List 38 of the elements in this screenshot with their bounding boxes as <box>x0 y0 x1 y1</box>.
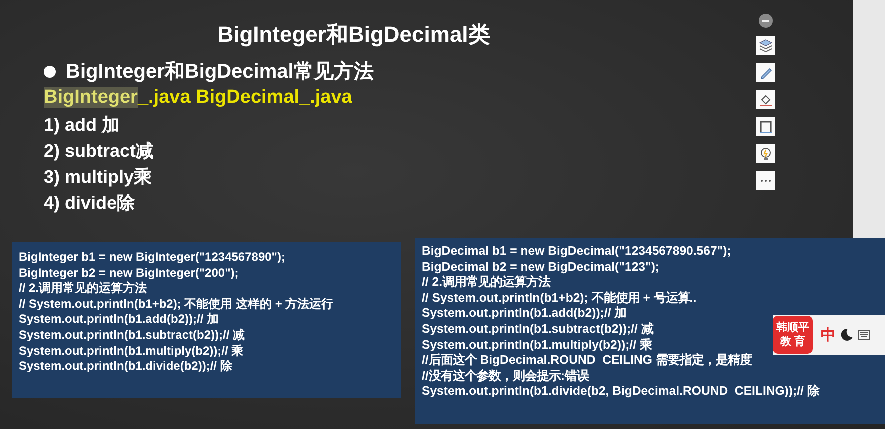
minus-icon[interactable] <box>758 14 772 28</box>
code-line: System.out.println(b1.subtract(b2));// 减 <box>19 328 246 344</box>
code-line: // 2.调用常见的运算方法 <box>19 281 148 297</box>
file-name-text: _.java BigDecimal_.java <box>138 87 352 108</box>
slide-heading: BigInteger和BigDecimal常见方法 <box>66 60 374 85</box>
frame-icon[interactable] <box>756 117 775 136</box>
layers-icon[interactable] <box>756 36 775 55</box>
code-line: System.out.println(b1.multiply(b2));// 乘 <box>19 344 244 360</box>
method-item: 4) divide除 <box>44 192 136 215</box>
code-line: System.out.println(b1.multiply(b2));// 乘 <box>422 338 652 353</box>
code-line: // System.out.println(b1+b2); 不能使用 这样的 + 方法运行 <box>19 296 334 312</box>
bullet-icon <box>44 66 56 78</box>
code-line: BigDecimal b1 = new BigDecimal("1234567890.567"); <box>422 244 732 260</box>
method-item: 1) add 加 <box>44 114 122 137</box>
code-line: System.out.println(b1.divide(b2, BigDecimal.ROUND_CEILING));// 除 <box>422 384 820 400</box>
code-line: BigDecimal b2 = new BigDecimal("123"); <box>422 260 660 275</box>
logo-text: 韩顺平 <box>776 321 810 335</box>
file-name-text: BigInteger <box>44 87 138 108</box>
code-line: System.out.println(b1.divide(b2));// 除 <box>19 359 232 375</box>
code-line: //没有这个参数，则会提示:错误 <box>422 368 589 384</box>
keyboard-icon[interactable] <box>858 330 870 340</box>
code-line: // 2.调用常见的运算方法 <box>422 275 551 291</box>
code-line: BigInteger b2 = new BigInteger("200"); <box>19 266 239 282</box>
code-line: // System.out.println(b1+b2); 不能使用 + 号运算.. <box>422 290 697 306</box>
code-line: //后面这个 BigDecimal.ROUND_CEILING 需要指定，是精度 <box>422 353 752 369</box>
logo-text: 教 育 <box>780 335 806 349</box>
method-item: 3) multiply乘 <box>44 166 154 189</box>
more-icon[interactable] <box>756 171 775 190</box>
code-line: System.out.println(b1.add(b2));// 加 <box>422 306 627 322</box>
code-line: BigInteger b1 = new BigInteger("1234567890"); <box>19 250 286 266</box>
method-item: 2) subtract减 <box>44 140 156 163</box>
input-mode-toggle[interactable]: 中 <box>821 326 836 344</box>
code-line: System.out.println(b1.add(b2));// 加 <box>19 312 219 328</box>
slide-title: BigInteger和BigDecimal类 <box>216 21 492 49</box>
moon-icon[interactable] <box>840 328 854 342</box>
lightbulb-icon[interactable] <box>756 144 775 163</box>
pen-icon[interactable] <box>756 63 775 82</box>
code-line: System.out.println(b1.subtract(b2));// 减 <box>422 322 654 338</box>
